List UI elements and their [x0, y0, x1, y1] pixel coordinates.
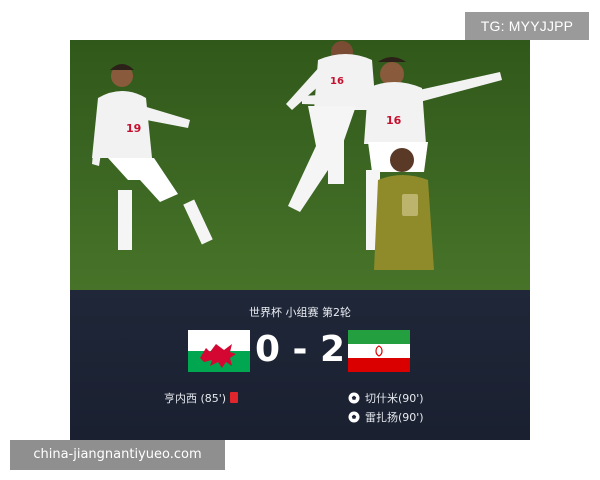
player-16-front-number: 16 — [386, 114, 402, 127]
red-card-icon — [230, 392, 239, 403]
away-event: 切什米(90') — [348, 391, 424, 407]
tg-badge: TG: MYYJJPP — [465, 12, 589, 40]
iran-flag — [348, 330, 410, 372]
player-16-back-number: 16 — [330, 76, 344, 87]
score: 0 - 2 — [254, 329, 346, 370]
home-event-text: 亨内西 (85') — [164, 392, 227, 405]
away-event-text: 雷扎扬(90') — [365, 411, 424, 424]
soccer-ball-icon — [348, 411, 360, 423]
away-event-text: 切什米(90') — [365, 392, 424, 405]
competition-label: 世界杯 小组赛 第2轮 — [249, 306, 351, 319]
home-event: 亨内西 (85') — [164, 391, 239, 407]
away-event: 雷扎扬(90') — [348, 410, 424, 426]
match-card: 19 16 16 世界杯 小组赛 第2轮 0 - 2 亨内西 (85') 切什米… — [70, 40, 530, 440]
score-panel: 世界杯 小组赛 第2轮 0 - 2 亨内西 (85') 切什米(90') 雷扎扬… — [70, 290, 530, 440]
match-photo: 19 16 16 — [70, 40, 530, 290]
site-watermark: china-jiangnantiyueo.com — [10, 440, 225, 470]
wales-flag — [188, 330, 250, 372]
soccer-ball-icon — [348, 392, 360, 404]
player-19-number: 19 — [126, 122, 141, 135]
